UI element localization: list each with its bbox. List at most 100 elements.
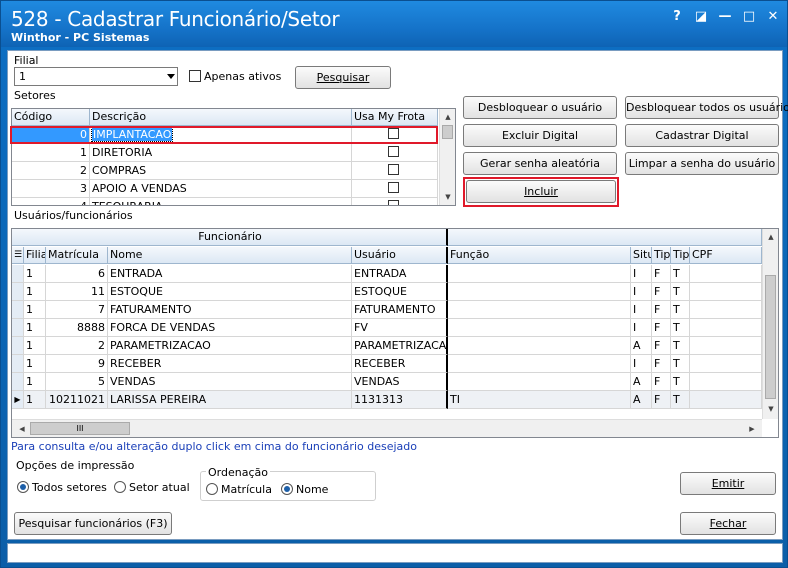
funcionario-usuario[interactable]: ENTRADA: [352, 265, 448, 283]
col-header[interactable]: Usuário: [352, 247, 448, 264]
funcionario-sit[interactable]: I: [631, 283, 652, 301]
col-header[interactable]: CPF: [690, 247, 762, 264]
funcionario-funcao[interactable]: [448, 337, 631, 355]
usuarios-hscrollbar[interactable]: ◀ III ▶: [12, 419, 762, 437]
scroll-up-icon[interactable]: ▲: [440, 109, 455, 125]
funcionario-sit[interactable]: A: [631, 373, 652, 391]
setor-descricao[interactable]: APOIO A VENDAS: [90, 180, 352, 198]
funcionario-filial[interactable]: 1: [24, 301, 46, 319]
pesquisar-funcionarios-button[interactable]: Pesquisar funcionários (F3): [14, 512, 172, 535]
setor-atual-radio[interactable]: [114, 481, 126, 493]
funcionario-usuario[interactable]: PARAMETRIZACAO: [352, 337, 448, 355]
funcionario-filial[interactable]: 1: [24, 283, 46, 301]
funcionario-matricula[interactable]: 2: [46, 337, 108, 355]
matricula-radio[interactable]: [206, 483, 218, 495]
filial-select[interactable]: 1: [14, 67, 178, 86]
scroll-thumb[interactable]: [442, 125, 453, 139]
col-header[interactable]: Função: [448, 247, 631, 264]
funcionario-sit[interactable]: I: [631, 301, 652, 319]
funcionario-tip2[interactable]: T: [671, 391, 690, 409]
desbloquear-todos-button[interactable]: Desbloquear todos os usuários: [625, 96, 788, 119]
hscroll-thumb[interactable]: III: [30, 422, 130, 435]
scroll-left-icon[interactable]: ◀: [14, 421, 30, 437]
funcionario-usuario[interactable]: FATURAMENTO: [352, 301, 448, 319]
desbloquear-usuario-button[interactable]: Desbloquear o usuário: [463, 96, 617, 119]
usa-my-frota-checkbox[interactable]: [388, 200, 399, 205]
maximize-icon[interactable]: □: [739, 7, 759, 27]
usa-my-frota-checkbox[interactable]: [388, 182, 399, 193]
funcionario-tip1[interactable]: F: [652, 301, 671, 319]
funcionario-tip2[interactable]: T: [671, 373, 690, 391]
funcionario-sit[interactable]: A: [631, 337, 652, 355]
col-header[interactable]: Tip: [671, 247, 690, 264]
nome-radio[interactable]: [281, 483, 293, 495]
funcionario-tip1[interactable]: F: [652, 337, 671, 355]
funcionario-tip1[interactable]: F: [652, 391, 671, 409]
fechar-button[interactable]: Fechar: [680, 512, 776, 535]
funcionario-tip1[interactable]: F: [652, 265, 671, 283]
funcionario-cpf[interactable]: [690, 301, 762, 319]
funcionario-nome[interactable]: VENDAS: [108, 373, 352, 391]
todos-setores-radio[interactable]: [17, 481, 29, 493]
funcionario-tip2[interactable]: T: [671, 355, 690, 373]
col-header[interactable]: Nome: [108, 247, 352, 264]
scroll-up-icon[interactable]: ▲: [763, 229, 778, 245]
scroll-down-icon[interactable]: ▼: [763, 401, 778, 417]
col-header[interactable]: Matrícula: [46, 247, 108, 264]
funcionario-cpf[interactable]: [690, 355, 762, 373]
funcionario-matricula[interactable]: 5: [46, 373, 108, 391]
apenas-ativos-checkbox[interactable]: [189, 70, 201, 82]
col-descricao[interactable]: Descrição: [90, 109, 352, 126]
funcionario-cpf[interactable]: [690, 337, 762, 355]
funcionario-filial[interactable]: 1: [24, 391, 46, 409]
setor-codigo[interactable]: 1: [12, 144, 90, 162]
funcionario-tip2[interactable]: T: [671, 265, 690, 283]
scroll-right-icon[interactable]: ▶: [744, 421, 760, 437]
funcionario-sit[interactable]: I: [631, 265, 652, 283]
emitir-button[interactable]: Emitir: [680, 472, 776, 495]
funcionario-tip2[interactable]: T: [671, 301, 690, 319]
funcionario-usuario[interactable]: RECEBER: [352, 355, 448, 373]
usa-my-frota-checkbox[interactable]: [388, 164, 399, 175]
excluir-digital-button[interactable]: Excluir Digital: [463, 124, 617, 147]
funcionario-funcao[interactable]: [448, 319, 631, 337]
setor-codigo[interactable]: 2: [12, 162, 90, 180]
funcionario-filial[interactable]: 1: [24, 265, 46, 283]
funcionario-matricula[interactable]: 8888: [46, 319, 108, 337]
funcionario-tip1[interactable]: F: [652, 283, 671, 301]
funcionario-usuario[interactable]: ESTOQUE: [352, 283, 448, 301]
funcionario-sit[interactable]: I: [631, 319, 652, 337]
funcionario-tip2[interactable]: T: [671, 319, 690, 337]
funcionario-sit[interactable]: I: [631, 355, 652, 373]
setor-codigo[interactable]: 3: [12, 180, 90, 198]
funcionario-usuario[interactable]: FV: [352, 319, 448, 337]
funcionario-filial[interactable]: 1: [24, 319, 46, 337]
funcionario-matricula[interactable]: 10211021: [46, 391, 108, 409]
col-header[interactable]: Filia: [24, 247, 46, 264]
col-header[interactable]: Tip: [652, 247, 671, 264]
funcionario-cpf[interactable]: [690, 319, 762, 337]
funcionario-matricula[interactable]: 9: [46, 355, 108, 373]
funcionario-cpf[interactable]: [690, 283, 762, 301]
funcionario-tip1[interactable]: F: [652, 373, 671, 391]
col-header[interactable]: Situ: [631, 247, 652, 264]
funcionario-filial[interactable]: 1: [24, 355, 46, 373]
setor-descricao[interactable]: DIRETORIA: [90, 144, 352, 162]
funcionario-nome[interactable]: PARAMETRIZACAO: [108, 337, 352, 355]
gerar-senha-button[interactable]: Gerar senha aleatória: [463, 152, 617, 175]
funcionario-matricula[interactable]: 6: [46, 265, 108, 283]
funcionario-funcao[interactable]: [448, 355, 631, 373]
funcionario-nome[interactable]: FORCA DE VENDAS: [108, 319, 352, 337]
funcionario-nome[interactable]: LARISSA PEREIRA: [108, 391, 352, 409]
funcionario-matricula[interactable]: 11: [46, 283, 108, 301]
funcionario-nome[interactable]: ENTRADA: [108, 265, 352, 283]
col-usa-my-frota[interactable]: Usa My Frota: [352, 109, 438, 126]
funcionario-tip2[interactable]: T: [671, 283, 690, 301]
funcionario-nome[interactable]: RECEBER: [108, 355, 352, 373]
scroll-thumb[interactable]: [765, 275, 776, 399]
funcionario-funcao[interactable]: [448, 301, 631, 319]
funcionario-filial[interactable]: 1: [24, 337, 46, 355]
pesquisar-button[interactable]: Pesquisar: [295, 66, 391, 89]
setor-descricao[interactable]: COMPRAS: [90, 162, 352, 180]
usa-my-frota-checkbox[interactable]: [388, 146, 399, 157]
